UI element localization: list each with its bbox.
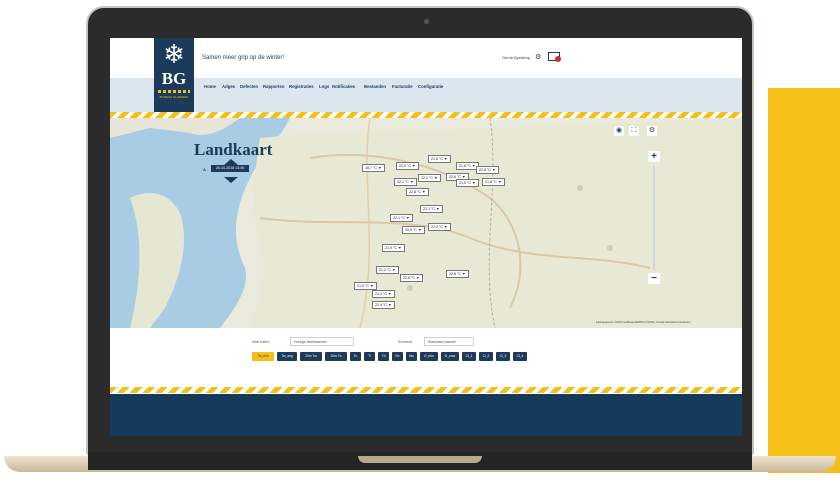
map-marker[interactable]: 22,0 °C ▼	[396, 162, 419, 170]
map-marker[interactable]: 22,6 °C ▼	[400, 274, 423, 282]
zoom-out-button[interactable]: −	[648, 273, 660, 284]
filter-pill-td[interactable]: Td	[378, 352, 389, 361]
screen: Samen meer grip op de winter! Gerrie Ape…	[110, 38, 742, 436]
notification-badge	[555, 56, 561, 62]
date-field[interactable]: 25-10-2018 13:40	[211, 165, 249, 172]
location-icon[interactable]: ◉	[614, 126, 624, 136]
hazard-stripe-bottom	[110, 387, 742, 393]
map-marker[interactable]: 21,8 °C ▼	[482, 178, 505, 186]
map[interactable]: Landkaart A 25-10-2018 13:40 ◉ ⛶ ⚙ + − K…	[110, 118, 742, 328]
logo-text: BG	[161, 69, 187, 88]
map-marker[interactable]: 21,0 °C ▼	[354, 282, 377, 290]
map-marker[interactable]: 22,1 °C ▼	[390, 214, 413, 222]
map-attribution: Kaartgegevens ©2018 GeoBasis-DE/BKG (©20…	[596, 321, 691, 324]
map-marker[interactable]: 22,4 °C ▼	[372, 301, 395, 309]
unit-select[interactable]: Standaard waarde	[424, 337, 474, 346]
map-marker[interactable]: 22,1 °C ▼	[418, 174, 441, 182]
footer	[110, 394, 742, 436]
snowflake-icon: ❄	[163, 39, 185, 69]
user-name[interactable]: Gerrie Apeldrop	[502, 55, 530, 60]
unit-label: Eenheid	[398, 340, 412, 344]
header: Samen meer grip op de winter! Gerrie Ape…	[110, 38, 742, 78]
filter-pill-tu[interactable]: Tu	[350, 352, 361, 361]
map-marker[interactable]: 22,0 °C ▼	[428, 223, 451, 231]
laptop-notch	[358, 456, 482, 463]
map-marker[interactable]: 21,6 °C ▼	[428, 155, 451, 163]
main-nav: Home Adges Defecten Rapporten Registrati…	[110, 78, 742, 112]
filter-bar: Wat zullen Huidige Meetwaarden Eenheid S…	[110, 332, 742, 380]
settings-icon[interactable]: ⚙	[647, 126, 657, 136]
map-marker[interactable]: 22,6 °C ▼	[476, 166, 499, 174]
fullscreen-icon[interactable]: ⛶	[629, 126, 639, 136]
nav-item-defecten[interactable]: Defecten	[240, 84, 258, 89]
zoom-in-button[interactable]: +	[648, 151, 660, 162]
filter-pill-g-max[interactable]: G_max	[441, 352, 459, 361]
chevron-down-icon[interactable]	[224, 177, 238, 183]
logo-stripe	[158, 90, 190, 93]
map-marker[interactable]: 20,9 °C ▼	[402, 226, 425, 234]
filter-pill-20m-tu[interactable]: 20m Tu	[325, 352, 347, 361]
measurement-select[interactable]: Huidige Meetwaarden	[290, 337, 354, 346]
nav-item-home[interactable]: Home	[204, 84, 216, 89]
nav-item-facturatie[interactable]: Facturatie	[392, 84, 413, 89]
tagline: Samen meer grip op de winter!	[202, 55, 285, 61]
date-prefix: A	[203, 167, 206, 172]
filter-pill-cl-2[interactable]: Cl_2	[479, 352, 493, 361]
map-marker[interactable]: 21,9 °C ▼	[382, 244, 405, 252]
filter-pill-nw[interactable]: Nw	[406, 352, 417, 361]
nav-item-logs[interactable]: Logs	[319, 84, 329, 89]
filter-pill-tl[interactable]: Tl	[364, 352, 375, 361]
filter-pill-20m-tw[interactable]: 20m Tw	[300, 352, 322, 361]
zoom-slider[interactable]	[653, 166, 655, 270]
map-marker[interactable]: 21,3 °C ▼	[372, 290, 395, 298]
yellow-backdrop	[768, 88, 840, 473]
logo-subtitle: BUREAU GLADHEID	[159, 95, 189, 99]
nav-item-adges[interactable]: Adges	[222, 84, 235, 89]
filter-pill-tw-avg[interactable]: Tw_avg	[277, 352, 297, 361]
map-marker[interactable]: 22,8 °C ▼	[406, 188, 429, 196]
gear-icon[interactable]: ⚙	[535, 53, 541, 61]
map-marker[interactable]: 21,2 °C ▼	[376, 266, 399, 274]
filter-pill-cl-1[interactable]: Cl_1	[462, 352, 476, 361]
filter-pill-tw-min[interactable]: Tw_min	[252, 352, 274, 361]
map-marker[interactable]: 21,5 °C ▼	[456, 179, 479, 187]
filter-label: Wat zullen	[252, 340, 270, 344]
camera	[424, 19, 429, 24]
nav-item-registraties[interactable]: Registraties	[289, 84, 314, 89]
nav-item-rapporten[interactable]: Rapporten	[263, 84, 285, 89]
page-title: Landkaart	[194, 140, 273, 159]
nav-item-bestanden[interactable]: Bestanden	[364, 84, 386, 89]
filter-pill-g-min[interactable]: G_min	[420, 352, 438, 361]
map-marker[interactable]: 16,7 °C ▼	[362, 164, 385, 172]
nav-item-configuratie[interactable]: Configuratie	[418, 84, 443, 89]
logo[interactable]: ❄ BG BUREAU GLADHEID	[154, 38, 194, 112]
map-marker[interactable]: 22,1 °C ▼	[394, 178, 417, 186]
filter-pill-cl-3[interactable]: Cl_3	[496, 352, 510, 361]
filter-pill-rv[interactable]: Rv	[392, 352, 403, 361]
nav-item-notificaties[interactable]: Notificaties	[332, 84, 355, 89]
filter-pill-cl-4[interactable]: Cl_4	[513, 352, 527, 361]
map-marker[interactable]: 22,1 °C ▼	[420, 205, 443, 213]
map-marker[interactable]: 22,8 °C ▼	[446, 270, 469, 278]
